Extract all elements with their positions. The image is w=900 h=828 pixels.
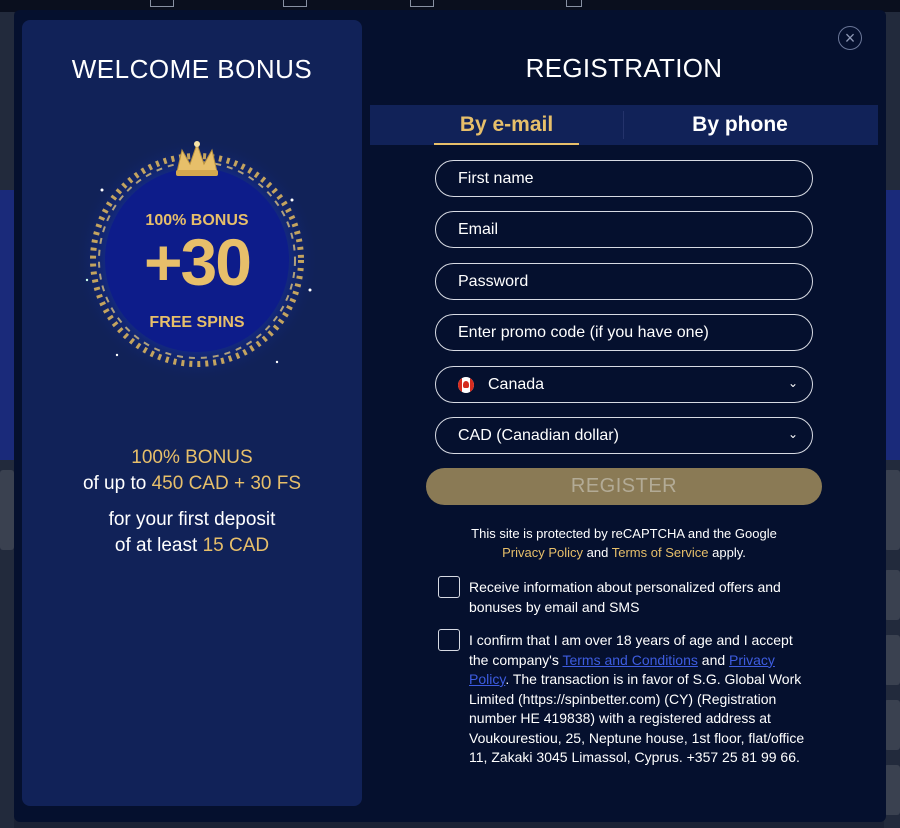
background-nav-icon [566,0,582,7]
background-banner-left [0,190,14,460]
offers-checkbox[interactable] [438,576,460,598]
bonus-line-4: of at least 15 CAD [22,532,362,559]
background-tile [884,700,900,750]
bonus-badge: 100% BONUS +30 FREE SPINS [72,130,322,382]
register-button[interactable]: REGISTER [426,468,822,505]
recaptcha-and: and [586,545,609,560]
email-input[interactable] [435,211,813,248]
registration-title: REGISTRATION [525,53,723,83]
recaptcha-notice: This site is protected by reCAPTCHA and … [430,524,818,562]
background-nav-icon [283,0,307,7]
bonus-amount: 450 CAD + 30 FS [151,473,302,494]
background-banner-right [884,190,900,460]
chevron-down-icon: ⌄ [787,427,798,441]
bonus-min-deposit: 15 CAD [202,535,270,556]
age-confirm-checkbox[interactable] [438,629,460,651]
bonus-percent: 100% BONUS [131,447,253,468]
recaptcha-apply: apply. [712,545,746,560]
promo-code-input[interactable] [435,314,813,351]
currency-select[interactable]: CAD (Canadian dollar) ⌄ [435,417,813,454]
close-icon[interactable]: × [838,26,862,50]
background-nav-icon [410,0,434,7]
tab-divider [623,111,624,139]
background-tile [884,570,900,620]
tab-by-phone[interactable]: By phone [660,105,820,145]
background-tile [884,470,900,550]
bonus-line-3: for your first deposit [108,509,276,530]
chevron-down-icon: ⌄ [787,376,798,390]
terms-of-service-link[interactable]: Terms of Service [612,545,709,560]
age-confirm-label: I confirm that I am over 18 years of age… [469,631,809,768]
bonus-line-1: 100% BONUS [22,444,362,471]
background-tile [884,635,900,685]
offers-checkbox-label: Receive information about personalized o… [469,579,781,615]
privacy-policy-link[interactable]: Privacy Policy [502,545,583,560]
bonus-line-2: of up to 450 CAD + 30 FS [22,470,362,497]
country-value: Canada [488,375,545,393]
first-name-input[interactable] [435,160,813,197]
welcome-bonus-panel: WELCOME BONUS 100% BONUS +30 FREE SPINS … [22,20,362,806]
tab-by-email[interactable]: By e-mail [434,105,579,145]
badge-free-spins-text: FREE SPINS [149,314,245,331]
badge-main-number: +30 [144,225,252,299]
registration-tabs: By e-mail By phone [370,105,878,145]
confirm-and: and [701,651,726,668]
bonus-title: WELCOME BONUS [71,54,313,84]
password-input[interactable] [435,263,813,300]
currency-value: CAD (Canadian dollar) [458,426,619,444]
country-select[interactable]: Canada ⌄ [435,366,813,403]
confirm-text-rest: . The transaction is in favor of S.G. Gl… [469,671,805,765]
bonus-min-deposit-label: of at least [114,535,198,556]
recaptcha-text: This site is protected by reCAPTCHA and … [471,526,777,541]
background-tile [0,470,14,550]
background-tile [884,765,900,815]
terms-and-conditions-link[interactable]: Terms and Conditions [562,652,697,668]
bonus-up-to-label: of up to [82,473,147,494]
background-nav-icon [150,0,174,7]
canada-flag-icon [458,376,474,393]
